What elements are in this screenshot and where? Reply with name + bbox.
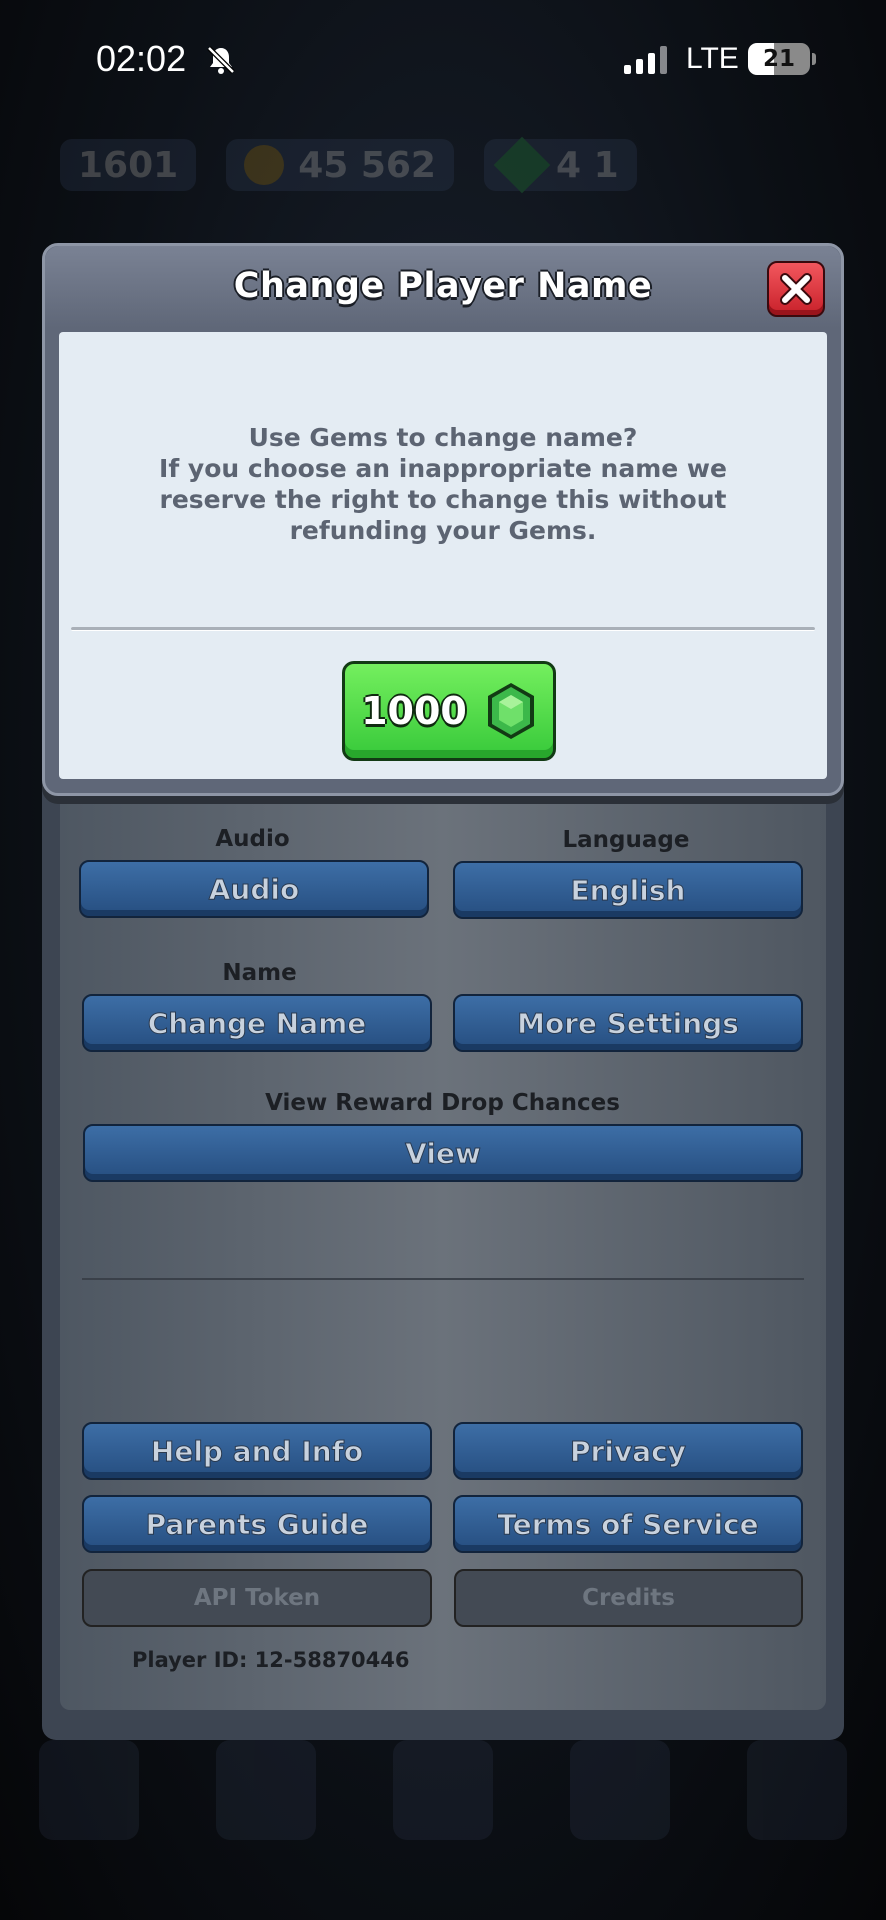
message-line: Use Gems to change name? [248, 423, 638, 452]
signal-icon [624, 46, 667, 74]
terms-of-service-button[interactable]: Terms of Service [453, 1495, 803, 1553]
nav-cards-icon [215, 1740, 316, 1840]
settings-divider [82, 1278, 804, 1280]
change-name-dialog: Change Player Name Use Gems to change na… [42, 243, 844, 796]
close-button[interactable] [767, 261, 825, 317]
dialog-header: Change Player Name [45, 246, 841, 328]
language-label: Language [562, 827, 690, 853]
parents-guide-button[interactable]: Parents Guide [82, 1495, 432, 1553]
nav-battle-icon [392, 1740, 493, 1840]
nav-events-icon [747, 1740, 848, 1840]
change-name-button[interactable]: Change Name [82, 994, 432, 1052]
dialog-title: Change Player Name [233, 266, 653, 306]
confirm-gem-button[interactable]: 1000 [342, 661, 556, 761]
reward-drop-label: View Reward Drop Chances [265, 1090, 620, 1116]
audio-button[interactable]: Audio [79, 860, 429, 918]
silent-bell-icon [207, 46, 235, 74]
nav-clan-icon [570, 1740, 671, 1840]
gem-count: 4 1 [555, 144, 619, 186]
api-token-button[interactable]: API Token [82, 1569, 432, 1627]
gem-icon [493, 136, 551, 194]
gem-cost: 1000 [361, 689, 467, 733]
more-settings-button[interactable]: More Settings [453, 994, 803, 1052]
message-line: If you choose an inappropriate name we [159, 454, 727, 483]
gold-counter: 45 562 [226, 139, 454, 191]
credits-button[interactable]: Credits [454, 1569, 803, 1627]
coin-icon [244, 145, 285, 185]
help-and-info-button[interactable]: Help and Info [82, 1422, 432, 1480]
battery-nub [812, 53, 816, 65]
message-line: refunding your Gems. [289, 516, 597, 545]
close-icon [780, 273, 812, 305]
message-line: reserve the right to change this without [159, 485, 727, 514]
player-id: Player ID: 12-58870446 [132, 1648, 410, 1672]
trophy-count: 1601 [78, 144, 179, 186]
background-hud: 1601 45 562 4 1 [60, 130, 846, 200]
dialog-divider [71, 627, 815, 631]
battery-icon: 21 [748, 43, 810, 75]
language-button[interactable]: English [453, 861, 803, 919]
name-label: Name [222, 960, 297, 986]
gem-counter: 4 1 [483, 136, 637, 194]
view-button[interactable]: View [83, 1124, 803, 1182]
gem-icon [487, 683, 534, 739]
status-time: 02:02 [96, 38, 187, 79]
status-bar: 02:02 LTE 21 [0, 0, 886, 120]
privacy-button[interactable]: Privacy [453, 1422, 803, 1480]
audio-label: Audio [215, 826, 290, 852]
nav-shop-icon [38, 1740, 139, 1840]
network-label: LTE [686, 42, 739, 75]
trophy-counter: 1601 [60, 139, 197, 191]
gold-count: 45 562 [298, 144, 436, 186]
dialog-body: Use Gems to change name? If you choose a… [59, 332, 827, 779]
dialog-message: Use Gems to change name? If you choose a… [89, 422, 797, 546]
battery-level: 21 [762, 46, 795, 72]
